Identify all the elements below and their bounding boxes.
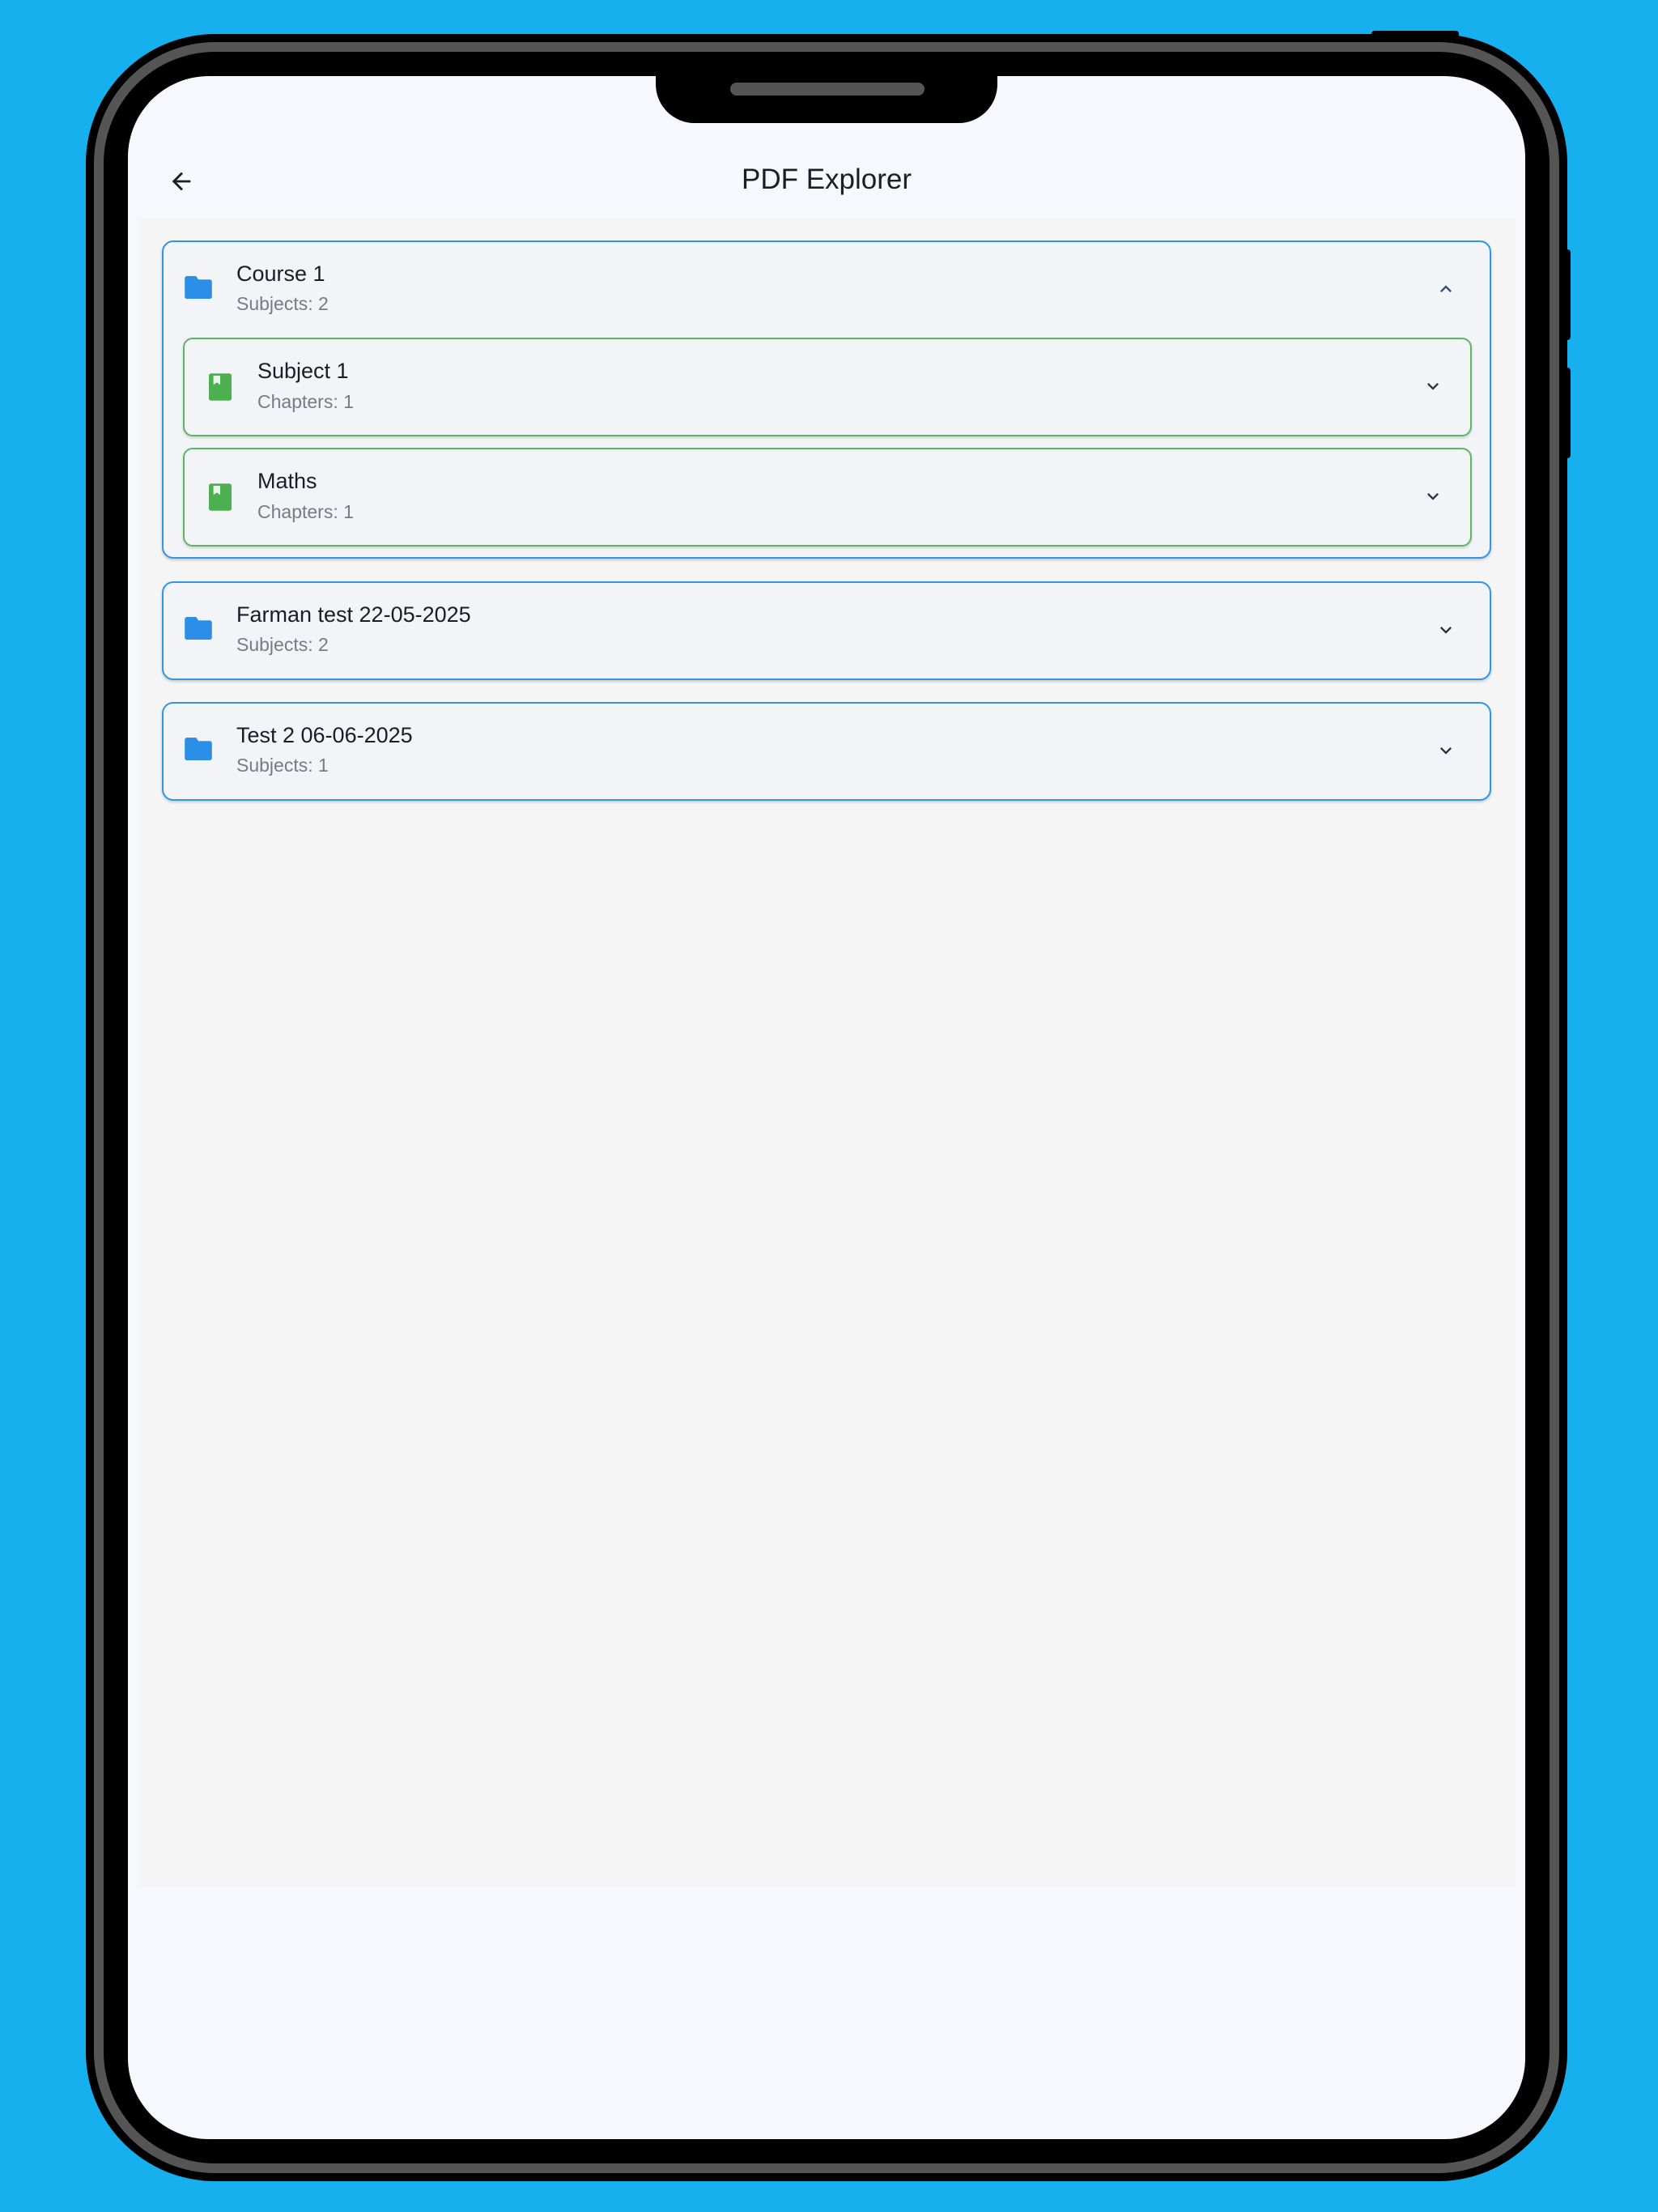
course-header[interactable]: Farman test 22-05-2025 Subjects: 2	[164, 583, 1490, 678]
speaker-grille	[730, 83, 925, 96]
course-subject-count: Subjects: 1	[236, 755, 329, 776]
chevron-down-icon[interactable]	[1435, 739, 1457, 762]
camera-notch	[656, 76, 997, 123]
course-header[interactable]: Course 1 Subjects: 2	[164, 242, 1490, 337]
chevron-down-icon[interactable]	[1435, 619, 1457, 641]
app-bar: PDF Explorer	[128, 141, 1525, 222]
course-title: Course 1	[236, 262, 325, 286]
chevron-down-icon[interactable]	[1422, 485, 1444, 508]
subject-card[interactable]: Subject 1 Chapters: 1	[183, 338, 1472, 436]
folder-icon	[185, 738, 212, 760]
course-header[interactable]: Test 2 06-06-2025 Subjects: 1	[164, 704, 1490, 798]
course-subject-count: Subjects: 2	[236, 293, 329, 314]
book-icon	[209, 483, 232, 511]
subject-title: Maths	[257, 469, 317, 493]
page-title: PDF Explorer	[741, 164, 912, 195]
volume-up-button	[1559, 249, 1571, 340]
book-icon	[209, 373, 232, 401]
course-title: Test 2 06-06-2025	[236, 723, 413, 747]
course-subject-count: Subjects: 2	[236, 634, 329, 655]
folder-icon	[185, 617, 212, 640]
course-title: Farman test 22-05-2025	[236, 602, 471, 627]
chevron-down-icon[interactable]	[1422, 375, 1444, 398]
subject-card[interactable]: Maths Chapters: 1	[183, 448, 1472, 547]
chevron-up-icon[interactable]	[1435, 278, 1457, 300]
app-screen: PDF Explorer Course 1 Subjects: 2 Subjec…	[128, 76, 1525, 2139]
course-card[interactable]: Test 2 06-06-2025 Subjects: 1	[162, 702, 1491, 801]
folder-icon	[185, 276, 212, 299]
top-button	[1371, 31, 1459, 40]
volume-down-button	[1559, 368, 1571, 458]
subject-chapter-count: Chapters: 1	[257, 501, 354, 522]
course-card[interactable]: Course 1 Subjects: 2 Subject 1 Chapters:…	[162, 240, 1491, 559]
explorer-list: Course 1 Subjects: 2 Subject 1 Chapters:…	[139, 218, 1516, 1887]
subject-title: Subject 1	[257, 359, 349, 383]
course-card[interactable]: Farman test 22-05-2025 Subjects: 2	[162, 581, 1491, 680]
subject-chapter-count: Chapters: 1	[257, 391, 354, 412]
